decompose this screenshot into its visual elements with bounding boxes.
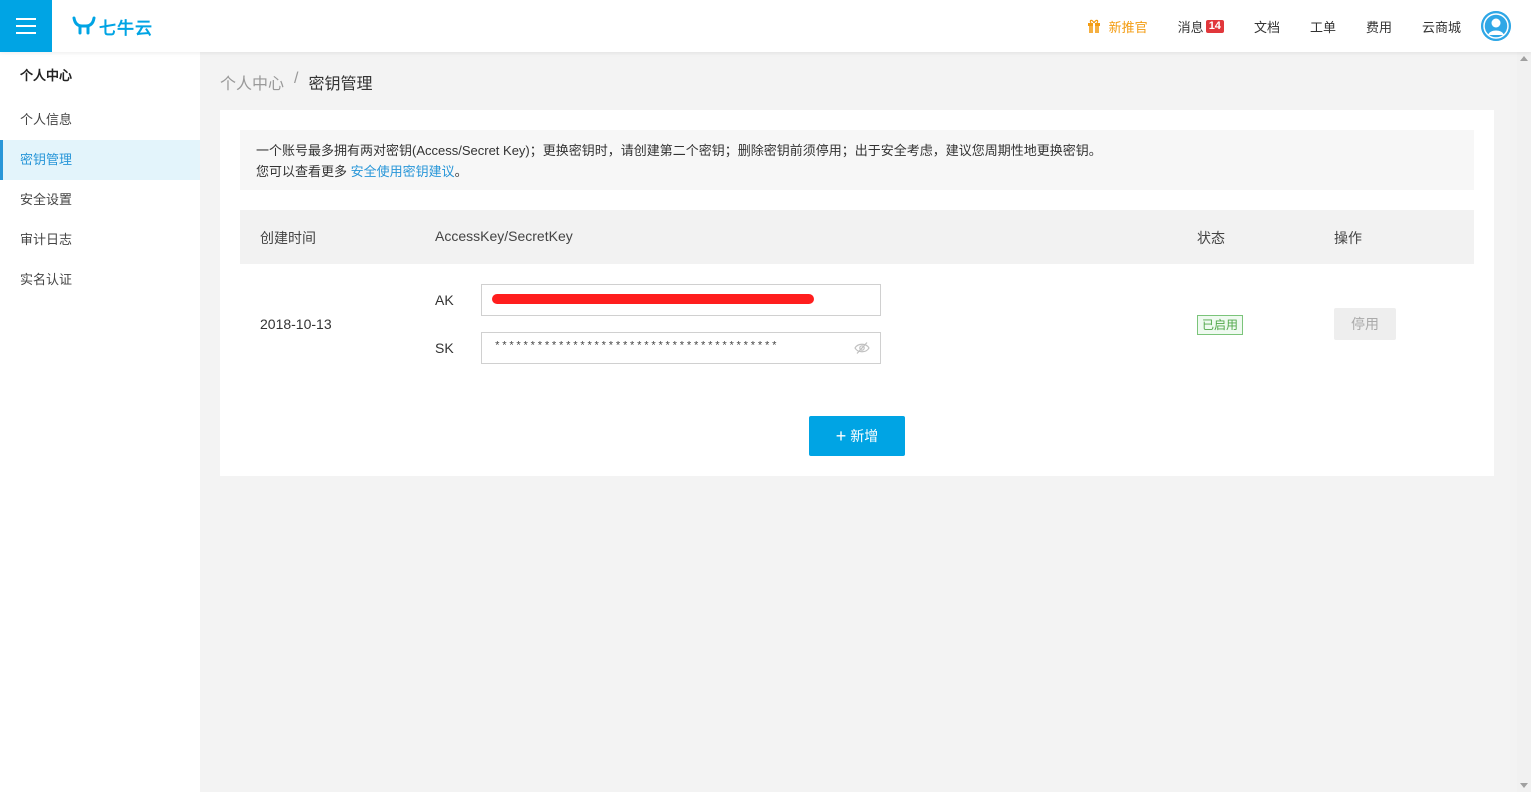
table-header: 创建时间 AccessKey/SecretKey 状态 操作 — [240, 210, 1474, 264]
hamburger-menu-button[interactable] — [0, 0, 52, 52]
security-advice-link[interactable]: 安全使用密钥建议 — [351, 164, 455, 179]
notice-line-1: 一个账号最多拥有两对密钥(Access/Secret Key)；更换密钥时，请创… — [256, 143, 1102, 158]
message-count-badge: 14 — [1205, 19, 1224, 33]
secret-key-masked-value: **************************************** — [494, 341, 779, 353]
sidebar-item-audit-log[interactable]: 审计日志 — [0, 220, 200, 260]
ak-label: AK — [435, 292, 454, 308]
logo-text: 七牛云 — [99, 18, 153, 38]
plus-icon: + — [835, 426, 847, 446]
sk-label: SK — [435, 340, 454, 356]
scroll-down-arrow-icon[interactable] — [1520, 783, 1528, 788]
bull-logo-icon — [72, 16, 96, 35]
breadcrumb: 个人中心 / 密钥管理 — [220, 70, 372, 94]
header-created-time: 创建时间 — [260, 230, 316, 246]
key-management-card: 一个账号最多拥有两对密钥(Access/Secret Key)；更换密钥时，请创… — [220, 110, 1494, 476]
sidebar-item-profile[interactable]: 个人信息 — [0, 100, 200, 140]
scroll-up-arrow-icon[interactable] — [1520, 56, 1528, 61]
status-badge: 已启用 — [1197, 315, 1244, 335]
menu-icon — [16, 18, 36, 20]
nav-promo-label: 新推官 — [1108, 19, 1148, 35]
created-date: 2018-10-13 — [260, 316, 332, 332]
page-scrollbar[interactable] — [1517, 52, 1531, 792]
top-right-nav: 新推官 消息 14 文档 工单 费用 云商城 — [1087, 0, 1531, 52]
add-key-label: 新增 — [850, 428, 879, 444]
nav-tickets[interactable]: 工单 — [1310, 17, 1336, 36]
notice-line-2-prefix: 您可以查看更多 — [256, 164, 348, 179]
sidebar-item-key-management[interactable]: 密钥管理 — [0, 140, 200, 180]
nav-promo[interactable]: 新推官 — [1087, 17, 1148, 36]
nav-billing[interactable]: 费用 — [1366, 17, 1392, 36]
access-key-field[interactable] — [481, 284, 881, 316]
nav-docs[interactable]: 文档 — [1254, 17, 1280, 36]
breadcrumb-current: 密钥管理 — [308, 76, 373, 93]
header-status: 状态 — [1197, 230, 1225, 246]
add-key-button[interactable]: + 新增 — [809, 416, 905, 456]
user-avatar[interactable] — [1481, 11, 1511, 41]
header-keys: AccessKey/SecretKey — [435, 228, 573, 244]
notice-line-2: 您可以查看更多 安全使用密钥建议。 — [256, 161, 1458, 182]
eye-hidden-icon[interactable] — [854, 341, 870, 355]
disable-key-button[interactable]: 停用 — [1334, 308, 1396, 340]
info-notice: 一个账号最多拥有两对密钥(Access/Secret Key)；更换密钥时，请创… — [240, 130, 1474, 190]
notice-line-2-suffix: 。 — [454, 164, 468, 179]
sidebar-item-verification[interactable]: 实名认证 — [0, 260, 200, 300]
gift-icon — [1087, 19, 1100, 33]
breadcrumb-parent[interactable]: 个人中心 — [220, 70, 284, 94]
secret-key-field[interactable]: **************************************** — [481, 332, 881, 364]
user-avatar-icon — [1481, 11, 1511, 41]
sidebar: 个人中心 个人信息 密钥管理 安全设置 审计日志 实名认证 — [0, 52, 200, 792]
breadcrumb-separator: / — [294, 70, 299, 87]
qiniu-logo[interactable]: 七牛云 — [72, 13, 153, 39]
header-actions: 操作 — [1334, 230, 1362, 246]
sidebar-item-security[interactable]: 安全设置 — [0, 180, 200, 220]
nav-store[interactable]: 云商城 — [1422, 17, 1461, 36]
top-navigation-bar: 七牛云 新推官 消息 14 文档 工单 费用 云商城 — [0, 0, 1531, 52]
redaction-mark — [492, 294, 814, 304]
nav-messages[interactable]: 消息 14 — [1178, 17, 1224, 36]
nav-messages-label: 消息 — [1177, 19, 1204, 35]
sidebar-title: 个人中心 — [20, 68, 73, 83]
